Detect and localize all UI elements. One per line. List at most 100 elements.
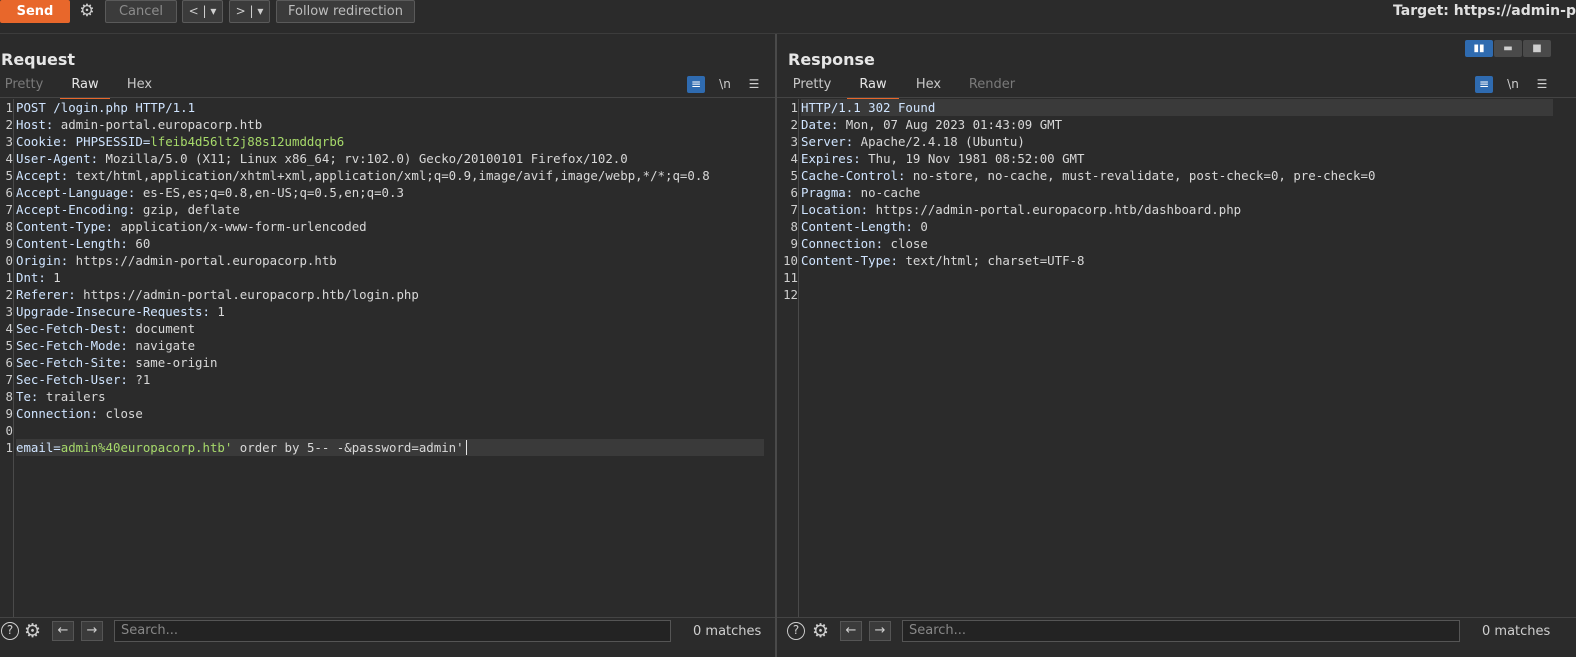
- code-line[interactable]: Dnt: 1: [16, 269, 764, 286]
- line-number: 2: [5, 287, 13, 302]
- gear-icon[interactable]: ⚙: [75, 0, 99, 23]
- tab-divider: [777, 97, 1576, 98]
- code-line[interactable]: Location: https://admin-portal.europacor…: [801, 201, 1553, 218]
- header-value: Thu, 19 Nov 1981 08:52:00 GMT: [860, 151, 1085, 166]
- line-number: 7: [5, 372, 13, 387]
- code-line[interactable]: HTTP/1.1 302 Found: [801, 99, 1553, 116]
- code-line[interactable]: Sec-Fetch-Mode: navigate: [16, 337, 764, 354]
- code-line[interactable]: Date: Mon, 07 Aug 2023 01:43:09 GMT: [801, 116, 1553, 133]
- gear-icon[interactable]: ⚙: [24, 620, 41, 642]
- help-icon[interactable]: ?: [1, 622, 19, 640]
- header-value: navigate: [127, 338, 196, 353]
- header-key: Sec-Fetch-Dest:: [16, 321, 128, 336]
- code-line[interactable]: Cookie: PHPSESSID=lfeib4d56lt2j88s12umdd…: [16, 133, 764, 150]
- code-line[interactable]: Sec-Fetch-Site: same-origin: [16, 354, 764, 371]
- tab-raw[interactable]: Raw: [847, 76, 899, 99]
- code-line[interactable]: Accept: text/html,application/xhtml+xml,…: [16, 167, 764, 184]
- line-number: 5: [5, 338, 13, 353]
- code-line[interactable]: Referer: https://admin-portal.europacorp…: [16, 286, 764, 303]
- header-value: https://admin-portal.europacorp.htb/logi…: [75, 287, 419, 302]
- back-button[interactable]: < | ▾: [182, 0, 223, 23]
- code-line[interactable]: [16, 422, 764, 439]
- layout-stacked-icon[interactable]: ▬: [1494, 40, 1522, 57]
- line-number: 5: [5, 168, 13, 183]
- previous-match-icon[interactable]: ←: [52, 621, 74, 641]
- request-panel: Request Pretty Raw Hex ≡ \n ☰ 1 2 3 4 5 6 7 8 9 0…: [0, 34, 775, 657]
- code-line[interactable]: Server: Apache/2.4.18 (Ubuntu): [801, 133, 1553, 150]
- code-line[interactable]: Connection: close: [16, 405, 764, 422]
- header-value: same-origin: [127, 355, 218, 370]
- code-line[interactable]: Origin: https://admin-portal.europacorp.…: [16, 252, 764, 269]
- line-number: 2: [5, 117, 13, 132]
- newline-toggle-icon[interactable]: \n: [716, 76, 734, 93]
- follow-redirection-button[interactable]: Follow redirection: [276, 0, 415, 23]
- tab-pretty[interactable]: Pretty: [4, 76, 44, 97]
- response-code[interactable]: HTTP/1.1 302 Found Date: Mon, 07 Aug 2023…: [801, 99, 1553, 303]
- header-key: Cache-Control:: [801, 168, 906, 183]
- previous-match-icon[interactable]: ←: [840, 621, 862, 641]
- code-line[interactable]: Content-Length: 60: [16, 235, 764, 252]
- tab-render[interactable]: Render: [965, 76, 1019, 97]
- wrap-lines-icon[interactable]: ≡: [687, 76, 705, 93]
- layout-single-icon[interactable]: ■: [1523, 40, 1551, 57]
- code-line[interactable]: Sec-Fetch-User: ?1: [16, 371, 764, 388]
- code-line[interactable]: Content-Type: application/x-www-form-url…: [16, 218, 764, 235]
- header-value: no-store, no-cache, must-revalidate, pos…: [905, 168, 1376, 183]
- code-line[interactable]: [801, 269, 1553, 286]
- code-line[interactable]: Upgrade-Insecure-Requests: 1: [16, 303, 764, 320]
- header-value: 1: [45, 270, 61, 285]
- code-line[interactable]: Connection: close: [801, 235, 1553, 252]
- menu-icon[interactable]: ☰: [1533, 76, 1551, 93]
- line-number: 8: [5, 389, 13, 404]
- code-line[interactable]: email=admin%40europacorp.htb' order by 5…: [16, 439, 764, 456]
- code-line[interactable]: Cache-Control: no-store, no-cache, must-…: [801, 167, 1553, 184]
- target-label[interactable]: Target: https://admin-po: [1393, 3, 1576, 19]
- code-line[interactable]: Te: trailers: [16, 388, 764, 405]
- code-line[interactable]: Accept-Encoding: gzip, deflate: [16, 201, 764, 218]
- tab-pretty[interactable]: Pretty: [791, 76, 833, 97]
- response-tabs: Pretty Raw Hex Render: [777, 76, 1576, 99]
- layout-side-by-side-icon[interactable]: ▮▮: [1465, 40, 1493, 57]
- newline-toggle-icon[interactable]: \n: [1504, 76, 1522, 93]
- cancel-button[interactable]: Cancel: [105, 0, 177, 23]
- header-value: es-ES,es;q=0.8,en-US;q=0.5,en;q=0.3: [135, 185, 404, 200]
- tab-hex[interactable]: Hex: [911, 76, 946, 97]
- line-number: 7: [5, 202, 13, 217]
- code-line[interactable]: Content-Type: text/html; charset=UTF-8: [801, 252, 1553, 269]
- code-line[interactable]: Sec-Fetch-Dest: document: [16, 320, 764, 337]
- response-editor[interactable]: 1 2 3 4 5 6 7 8 9 10 11 12 HTTP/1.1 302 Found Date: …: [777, 99, 1576, 617]
- header-value: gzip, deflate: [135, 202, 240, 217]
- code-line[interactable]: User-Agent: Mozilla/5.0 (X11; Linux x86_…: [16, 150, 764, 167]
- next-match-icon[interactable]: →: [81, 621, 103, 641]
- code-line[interactable]: Host: admin-portal.europacorp.htb: [16, 116, 764, 133]
- forward-button[interactable]: > | ▾: [229, 0, 270, 23]
- code-line[interactable]: Pragma: no-cache: [801, 184, 1553, 201]
- code-line[interactable]: [801, 286, 1553, 303]
- line-number: 3: [5, 304, 13, 319]
- help-icon[interactable]: ?: [787, 622, 805, 640]
- request-code[interactable]: POST /login.php HTTP/1.1 Host: admin-port…: [16, 99, 764, 456]
- code-line[interactable]: Expires: Thu, 19 Nov 1981 08:52:00 GMT: [801, 150, 1553, 167]
- response-search-input[interactable]: Search...: [902, 620, 1460, 642]
- line-number: 2: [790, 117, 798, 132]
- menu-icon[interactable]: ☰: [745, 76, 763, 93]
- tab-hex[interactable]: Hex: [122, 76, 157, 97]
- next-match-icon[interactable]: →: [869, 621, 891, 641]
- code-line[interactable]: Content-Length: 0: [801, 218, 1553, 235]
- header-key: Accept-Encoding:: [16, 202, 136, 217]
- gear-icon[interactable]: ⚙: [812, 620, 829, 642]
- code-line[interactable]: Accept-Language: es-ES,es;q=0.8,en-US;q=…: [16, 184, 764, 201]
- chevron-down-icon[interactable]: ▾: [210, 4, 216, 18]
- header-value: 1: [209, 304, 225, 319]
- chevron-down-icon[interactable]: ▾: [257, 4, 263, 18]
- send-button[interactable]: Send: [0, 0, 70, 23]
- tab-raw[interactable]: Raw: [60, 76, 110, 99]
- request-editor[interactable]: 1 2 3 4 5 6 7 8 9 0 1 2 3 4 5 6 7 8 9 0 1 POST /login.php HT…: [0, 99, 775, 617]
- request-search-input[interactable]: Search...: [114, 620, 671, 642]
- header-value: admin-portal.europacorp.htb: [53, 117, 263, 132]
- line-number: 3: [5, 134, 13, 149]
- line-number: 6: [5, 355, 13, 370]
- header-key: Upgrade-Insecure-Requests:: [16, 304, 210, 319]
- wrap-lines-icon[interactable]: ≡: [1475, 76, 1493, 93]
- code-line[interactable]: POST /login.php HTTP/1.1: [16, 99, 764, 116]
